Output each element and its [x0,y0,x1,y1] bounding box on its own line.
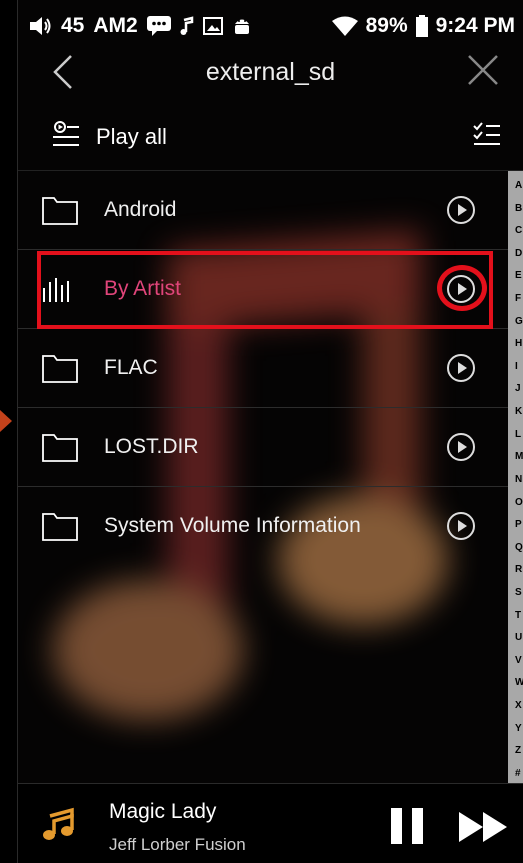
app-window: 45 AM2 89% 9:24 PM external_sd Play all … [18,0,523,863]
song-title: Magic Lady [109,800,217,823]
item-label: Android [104,198,177,221]
play-queue-icon [52,120,80,154]
index-letter[interactable]: S [508,587,523,598]
item-label: By Artist [104,277,182,300]
index-letter[interactable]: H [508,339,523,349]
index-letter[interactable]: B [508,203,523,214]
item-label: System Volume Information [104,514,361,537]
index-letter[interactable]: G [508,316,523,327]
index-letter[interactable]: Y [508,723,523,734]
pause-icon[interactable] [388,806,428,851]
index-letter[interactable]: U [508,633,523,643]
index-letter[interactable]: J [508,384,523,394]
play-circle-icon[interactable] [446,195,476,230]
multi-select-icon[interactable] [473,121,501,154]
folder-icon [42,432,78,467]
clock: 9:24 PM [435,14,515,37]
play-all-bar[interactable]: Play all [18,104,523,171]
index-letter[interactable]: C [508,226,523,236]
wifi-icon [331,16,358,36]
now-playing-bar[interactable]: Magic Lady Jeff Lorber Fusion [18,783,523,863]
index-letter[interactable]: P [508,520,523,530]
fast-forward-icon[interactable] [459,812,511,847]
item-label: FLAC [104,356,158,379]
index-letter[interactable]: # [508,768,523,779]
music-app-icon [180,16,194,36]
battery-percent: 89% [365,14,408,37]
list-item-lost-dir[interactable]: LOST.DIR [18,408,508,487]
item-label: LOST.DIR [104,435,199,458]
back-arrow-icon[interactable] [52,54,74,95]
index-letter[interactable]: N [508,474,523,485]
index-letter[interactable]: V [508,655,523,666]
volume-level: 45 [61,14,85,37]
index-letter[interactable]: O [508,497,523,508]
android-icon [232,15,252,37]
index-letter[interactable]: Q [508,542,523,553]
index-letter[interactable]: M [508,452,523,462]
image-icon [202,17,223,35]
message-icon [146,16,171,36]
index-letter[interactable]: Z [508,746,523,756]
page-title: external_sd [205,57,336,86]
list-item-by-artist[interactable]: By Artist [18,250,508,329]
alphabet-index-scrollbar[interactable]: A B C D E F G H I J K L M N O P Q R S T U V W X Y Z # [508,171,523,783]
close-icon[interactable] [467,54,499,91]
volume-icon [30,17,52,35]
index-letter[interactable]: L [508,429,523,440]
list-item-android[interactable]: Android [18,171,508,250]
play-circle-icon[interactable] [446,511,476,546]
index-letter[interactable]: E [508,271,523,281]
equalizer-icon [42,274,78,309]
index-letter[interactable]: R [508,565,523,575]
play-circle-icon[interactable] [446,274,476,309]
battery-icon [415,15,428,37]
index-letter[interactable]: W [508,678,523,688]
index-letter[interactable]: K [508,407,523,417]
index-letter[interactable]: D [508,248,523,259]
arrow-pointer-icon [0,410,12,432]
index-letter[interactable]: F [508,294,523,304]
music-note-icon [40,806,76,847]
folder-icon [42,195,78,230]
song-artist: Jeff Lorber Fusion [109,835,246,854]
list-item-flac[interactable]: FLAC [18,329,508,408]
play-all-label: Play all [96,124,167,149]
play-circle-icon[interactable] [446,432,476,467]
file-list: Android By Artist FLAC LOST.DIR System V… [18,171,508,565]
index-letter[interactable]: X [508,701,523,711]
folder-icon [42,353,78,388]
folder-icon [42,511,78,546]
status-label: AM2 [93,14,138,37]
index-letter[interactable]: T [508,610,523,621]
play-circle-icon[interactable] [446,353,476,388]
index-letter[interactable]: A [508,181,523,191]
index-letter[interactable]: I [508,361,523,372]
list-item-system-volume-information[interactable]: System Volume Information [18,487,508,565]
title-bar: external_sd [18,44,523,100]
